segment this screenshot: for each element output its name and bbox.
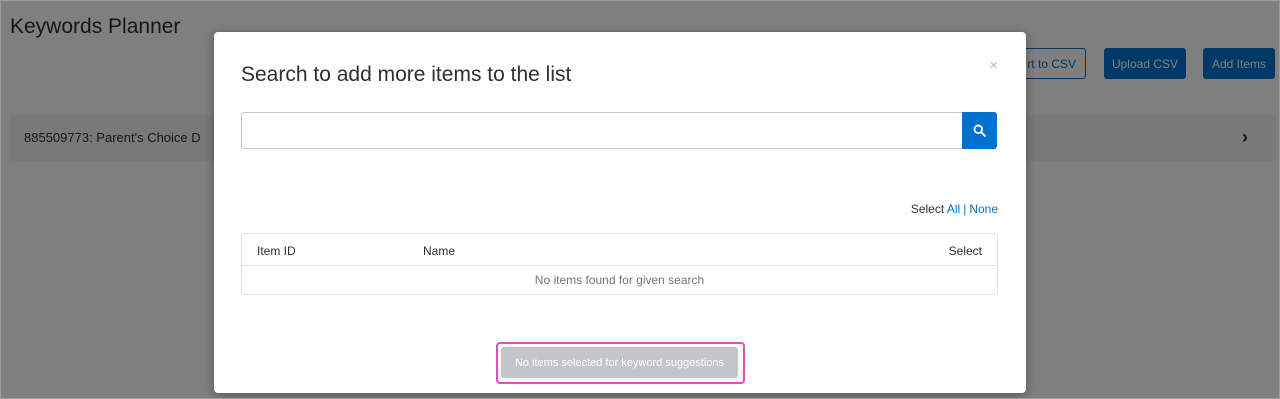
table-divider xyxy=(242,265,997,266)
close-icon[interactable]: × xyxy=(989,58,998,73)
modal-title: Search to add more items to the list xyxy=(241,63,572,86)
select-prefix: Select xyxy=(910,202,945,216)
keyword-suggestions-button[interactable]: No items selected for keyword suggestion… xyxy=(501,347,738,378)
column-header-name: Name xyxy=(423,244,456,258)
column-header-select: Select xyxy=(948,244,982,258)
search-button[interactable] xyxy=(962,112,997,149)
select-all-link[interactable]: All xyxy=(947,202,960,216)
select-separator: | xyxy=(963,202,967,216)
search-input[interactable] xyxy=(241,112,963,149)
select-none-link[interactable]: None xyxy=(969,202,998,216)
select-links: Select All | None xyxy=(911,202,998,216)
add-items-modal: Search to add more items to the list × S… xyxy=(214,32,1026,393)
items-table: Item ID Name Select No items found for g… xyxy=(241,233,998,295)
column-header-item-id: Item ID xyxy=(257,244,296,258)
app-window: Keywords Planner rt to CSV Upload CSV Ad… xyxy=(0,0,1280,399)
empty-message: No items found for given search xyxy=(534,273,705,287)
search-icon xyxy=(973,124,986,137)
